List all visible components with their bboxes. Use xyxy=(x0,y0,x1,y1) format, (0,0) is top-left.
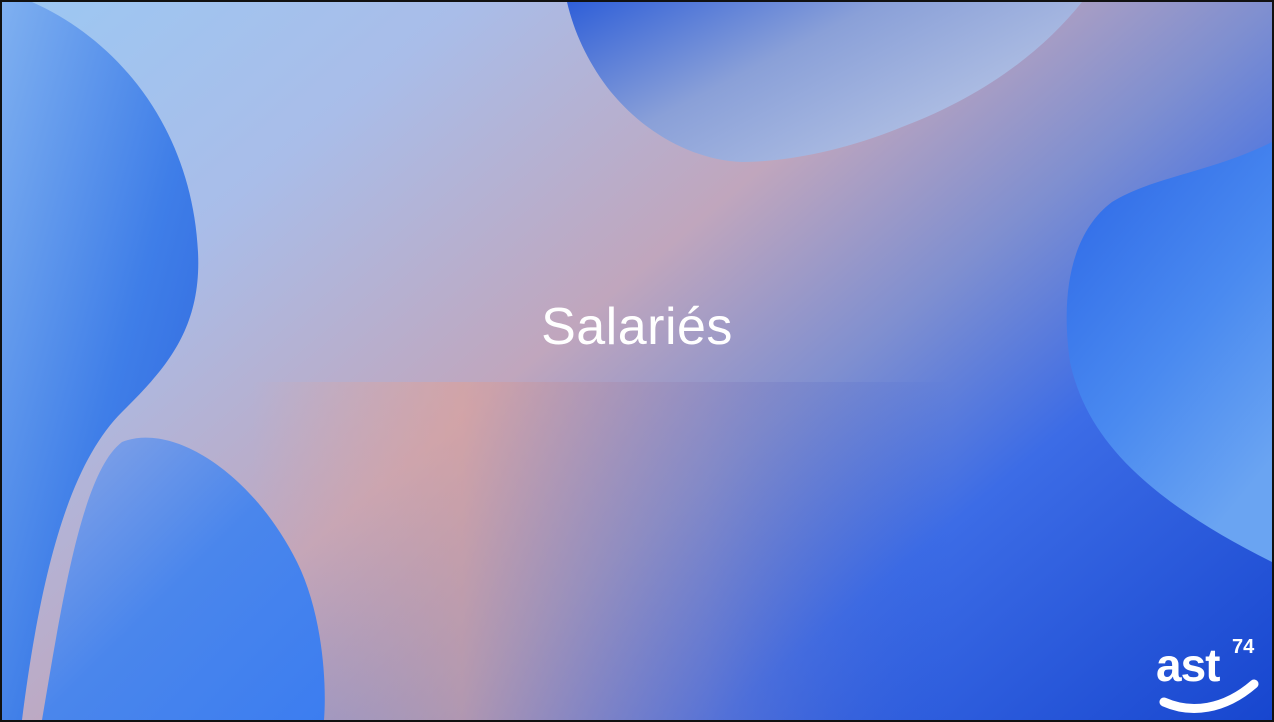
slide: Salariés ast 74 xyxy=(0,0,1274,722)
slide-title: Salariés xyxy=(541,298,733,356)
smile-swoosh-icon xyxy=(1159,679,1259,713)
ast74-logo: ast 74 xyxy=(1146,632,1266,716)
warm-glow xyxy=(252,382,952,720)
top-blob xyxy=(567,2,1082,162)
